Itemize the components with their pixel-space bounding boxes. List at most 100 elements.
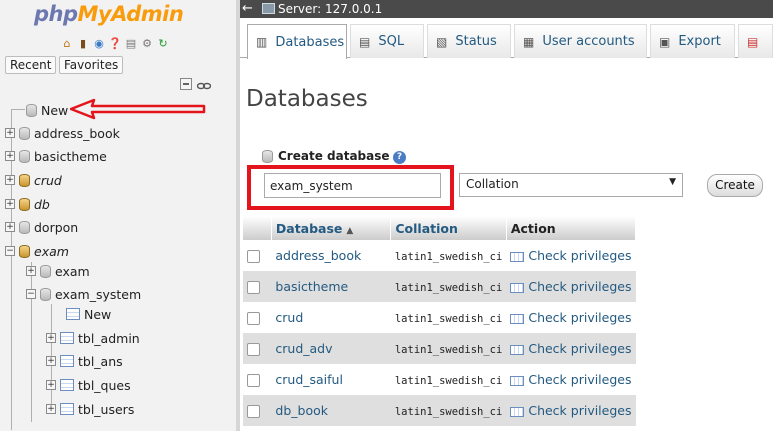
gear-icon[interactable]: ⚙ <box>140 36 154 50</box>
tab-sql[interactable]: ▤ SQL <box>350 24 424 58</box>
database-link[interactable]: db_book <box>275 403 328 418</box>
docs-icon[interactable]: ◉ <box>92 36 106 50</box>
database-header-label: Database <box>275 220 343 236</box>
privileges-icon <box>510 406 525 417</box>
tree-item-exam-group[interactable]: − exam <box>5 241 69 261</box>
tree-item-label: db <box>34 196 50 212</box>
check-privileges-link[interactable]: Check privileges <box>528 341 631 356</box>
expand-icon[interactable]: + <box>46 333 56 343</box>
expand-icon[interactable]: + <box>46 380 56 390</box>
tree-item-tbl-ans[interactable]: + tbl_ans <box>46 351 123 371</box>
row-checkbox[interactable] <box>247 343 260 356</box>
row-checkbox[interactable] <box>247 250 260 263</box>
main-content: Databases Create database ? Collation ▼ … <box>240 58 773 431</box>
create-button[interactable]: Create <box>707 174 763 197</box>
database-icon <box>40 287 51 301</box>
tree-item-label: address_book <box>34 125 120 141</box>
table-row: crud_adv latin1_swedish_ci Check privile… <box>243 333 636 364</box>
database-link[interactable]: basictheme <box>275 279 348 294</box>
row-checkbox[interactable] <box>247 405 260 418</box>
tree-item-new[interactable]: New <box>26 100 68 120</box>
collation-value: latin1_swedish_ci <box>394 344 503 356</box>
database-link[interactable]: crud_adv <box>275 341 332 356</box>
action-header-label: Action <box>510 220 556 236</box>
reload-icon[interactable]: ↻ <box>156 36 170 50</box>
tree-item-label: New <box>41 102 69 118</box>
back-arrow-icon[interactable]: ← <box>242 1 256 17</box>
check-privileges-link[interactable]: Check privileges <box>528 310 631 325</box>
tree-item-new-table[interactable]: New <box>66 304 111 324</box>
table-row: db_book latin1_swedish_ci Check privileg… <box>243 395 636 426</box>
tree-item-label: tbl_admin <box>78 330 140 346</box>
tree-item-label: exam_system <box>55 286 142 302</box>
copy-icon[interactable]: ▤ <box>124 36 138 50</box>
tree-item-exam[interactable]: + exam <box>26 261 90 281</box>
home-icon[interactable]: ⌂ <box>60 36 74 50</box>
collapse-icon[interactable]: − <box>26 289 36 299</box>
expand-icon[interactable]: + <box>26 266 36 276</box>
help-icon[interactable]: ? <box>393 151 406 164</box>
expand-icon[interactable]: + <box>5 128 15 138</box>
database-locked-icon <box>19 173 30 187</box>
collation-column-header[interactable]: Collation <box>390 216 507 240</box>
new-db-icon <box>262 149 273 163</box>
tree-item-tbl-ques[interactable]: + tbl_ques <box>46 375 131 395</box>
recent-tab[interactable]: Recent <box>5 56 57 74</box>
tree-item-exam-system[interactable]: − exam_system <box>26 284 141 304</box>
row-checkbox[interactable] <box>247 374 260 387</box>
expand-icon[interactable]: + <box>5 222 15 232</box>
privileges-icon <box>510 282 525 293</box>
database-link[interactable]: crud <box>275 310 303 325</box>
database-icon <box>19 149 30 163</box>
collation-value: latin1_swedish_ci <box>394 313 503 325</box>
phpmyadmin-logo[interactable]: phpMyAdmin <box>34 2 184 26</box>
tree-item-crud[interactable]: + crud <box>5 170 62 190</box>
new-db-icon <box>26 103 37 117</box>
collapse-icon[interactable]: − <box>5 246 15 256</box>
exit-icon[interactable]: ▮ <box>76 36 90 50</box>
check-privileges-link[interactable]: Check privileges <box>528 403 631 418</box>
row-checkbox[interactable] <box>247 281 260 294</box>
collapse-all-icon[interactable] <box>180 78 192 93</box>
tree-item-address-book[interactable]: + address_book <box>5 123 120 143</box>
tab-label: Status <box>455 34 497 49</box>
database-link[interactable]: address_book <box>275 248 361 263</box>
table-row: address_book latin1_swedish_ci Check pri… <box>243 240 636 271</box>
database-name-input[interactable] <box>264 173 441 198</box>
tab-status[interactable]: ▧ Status <box>427 24 511 58</box>
database-icon: ▥ <box>256 35 268 49</box>
expand-icon[interactable]: + <box>5 151 15 161</box>
tree-item-tbl-admin[interactable]: + tbl_admin <box>46 328 140 348</box>
tree-item-basictheme[interactable]: + basictheme <box>5 146 107 166</box>
expand-icon[interactable]: + <box>5 199 15 209</box>
database-link[interactable]: crud_saiful <box>275 372 343 387</box>
database-column-header[interactable]: Database ▲ <box>271 216 392 240</box>
expand-icon[interactable]: + <box>5 175 15 185</box>
tab-export[interactable]: ▣ Export <box>650 24 735 58</box>
select-header <box>243 216 272 240</box>
table-icon <box>60 332 74 344</box>
tab-import[interactable]: ▤ <box>738 24 773 58</box>
tab-user-accounts[interactable]: ▦ User accounts <box>514 24 647 58</box>
tab-label: SQL <box>378 34 405 49</box>
row-checkbox[interactable] <box>247 312 260 325</box>
tree-item-db[interactable]: + db <box>5 194 50 214</box>
check-privileges-link[interactable]: Check privileges <box>528 372 631 387</box>
collation-value: latin1_swedish_ci <box>394 375 503 387</box>
help-icon[interactable]: ❓ <box>108 36 122 50</box>
check-privileges-link[interactable]: Check privileges <box>528 248 631 263</box>
tab-databases[interactable]: ▥ Databases <box>247 24 347 59</box>
database-icon <box>19 126 30 140</box>
expand-icon[interactable]: + <box>46 404 56 414</box>
check-privileges-link[interactable]: Check privileges <box>528 279 631 294</box>
favorites-tab[interactable]: Favorites <box>59 56 124 74</box>
expand-icon[interactable]: + <box>46 356 56 366</box>
tree-item-dorpon[interactable]: + dorpon <box>5 217 78 237</box>
collation-select[interactable]: Collation ▼ <box>459 173 683 197</box>
tab-label: Export <box>678 34 721 49</box>
link-icon[interactable] <box>196 80 212 94</box>
logo-admin-text: Admin <box>111 2 184 26</box>
server-breadcrumb[interactable]: Server: 127.0.0.1 <box>278 1 382 17</box>
tree-item-tbl-users[interactable]: + tbl_users <box>46 399 134 419</box>
tree-item-label: dorpon <box>34 219 79 235</box>
